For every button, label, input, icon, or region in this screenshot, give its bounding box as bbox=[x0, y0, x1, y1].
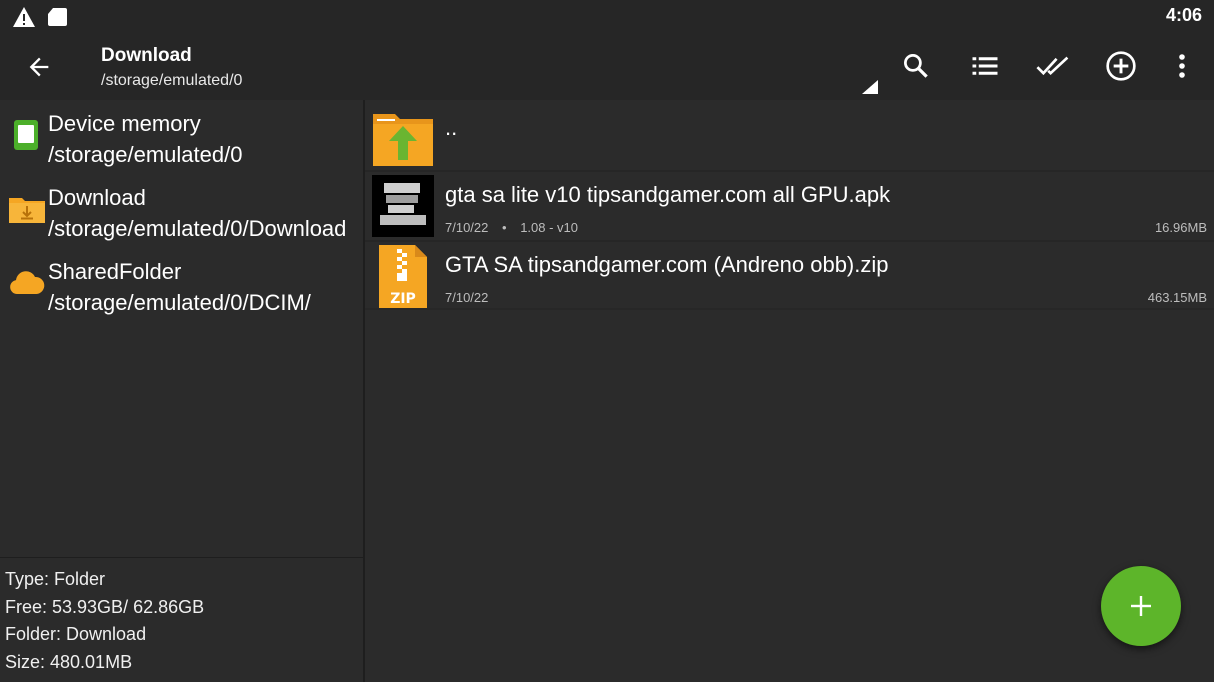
file-size: 16.96MB bbox=[1154, 220, 1207, 235]
search-icon bbox=[904, 54, 928, 78]
list-view-button[interactable] bbox=[967, 48, 1003, 84]
bookmark-title: SharedFolder bbox=[48, 259, 182, 284]
bookmark-title: Download bbox=[48, 185, 146, 210]
divider bbox=[0, 557, 363, 558]
arrow-back-icon bbox=[29, 57, 49, 77]
file-list-pane: .. gta sa lite v10 tipsandgamer.com all … bbox=[365, 100, 1214, 682]
file-name: gta sa lite v10 tipsandgamer.com all GPU… bbox=[445, 182, 891, 207]
search-button[interactable] bbox=[898, 48, 934, 84]
info-type: Type: Folder bbox=[5, 569, 106, 589]
toolbar: Download /storage/emulated/0 bbox=[0, 32, 1214, 100]
folder-info-panel: Type: Folder Free: 53.93GB/ 62.86GB Fold… bbox=[5, 566, 204, 676]
cloud-icon bbox=[8, 264, 45, 300]
row-divider bbox=[365, 308, 1214, 310]
sd-card-icon bbox=[46, 6, 68, 33]
folder-up-icon bbox=[371, 108, 435, 172]
download-folder-icon bbox=[8, 190, 45, 226]
apk-thumbnail-icon bbox=[372, 175, 434, 237]
bookmark-download[interactable]: Download /storage/emulated/0/Download bbox=[0, 174, 363, 248]
file-row-zip[interactable]: ZIP GTA SA tipsandgamer.com (Andreno obb… bbox=[365, 242, 1214, 309]
file-meta: 7/10/22 • 1.08 - v10 bbox=[445, 220, 578, 235]
status-bar: 4:06 bbox=[0, 0, 1214, 32]
zip-label: ZIP bbox=[390, 291, 416, 307]
add-fab-button[interactable] bbox=[1101, 566, 1181, 646]
add-button[interactable] bbox=[1103, 48, 1139, 84]
file-row-parent[interactable]: .. bbox=[365, 102, 1214, 168]
file-version: 1.08 - v10 bbox=[520, 220, 579, 235]
bookmark-device-memory[interactable]: Device memory /storage/emulated/0 bbox=[0, 100, 363, 174]
clock: 4:06 bbox=[1165, 5, 1202, 25]
more-options-button[interactable] bbox=[1164, 48, 1200, 84]
bookmark-title: Device memory bbox=[48, 111, 201, 136]
back-button[interactable] bbox=[20, 48, 58, 86]
file-size: 463.15MB bbox=[1147, 290, 1207, 305]
info-folder: Folder: Download bbox=[5, 624, 147, 644]
bookmarks-pane: Device memory /storage/emulated/0 Downlo… bbox=[0, 100, 363, 682]
zip-file-icon: ZIP bbox=[379, 245, 427, 309]
select-all-icon bbox=[1036, 56, 1069, 76]
select-all-button[interactable] bbox=[1035, 48, 1071, 84]
info-size: Size: 480.01MB bbox=[5, 651, 133, 672]
file-name: GTA SA tipsandgamer.com (Andreno obb).zi… bbox=[445, 252, 889, 277]
dropdown-indicator-icon[interactable] bbox=[862, 80, 878, 94]
phone-storage-icon bbox=[8, 116, 44, 152]
page-subtitle: /storage/emulated/0 bbox=[101, 72, 243, 89]
bookmark-path: /storage/emulated/0 bbox=[48, 142, 243, 167]
warning-icon bbox=[12, 6, 36, 33]
bookmark-shared-folder[interactable]: SharedFolder /storage/emulated/0/DCIM/ bbox=[0, 248, 363, 322]
bookmark-path: /storage/emulated/0/DCIM/ bbox=[48, 290, 311, 315]
plus-icon bbox=[1131, 596, 1151, 616]
list-view-icon bbox=[972, 57, 998, 75]
page-title: Download bbox=[101, 45, 192, 66]
bookmark-path: /storage/emulated/0/Download bbox=[48, 216, 347, 241]
add-circle-icon bbox=[1106, 51, 1136, 81]
file-date: 7/10/22 bbox=[445, 220, 489, 235]
file-row-apk[interactable]: gta sa lite v10 tipsandgamer.com all GPU… bbox=[365, 172, 1214, 238]
meta-bullet: • bbox=[502, 220, 507, 235]
title-block[interactable]: Download /storage/emulated/0 bbox=[101, 44, 242, 92]
file-name: .. bbox=[445, 115, 458, 140]
more-vert-icon bbox=[1179, 54, 1185, 78]
file-date: 7/10/22 bbox=[445, 290, 489, 305]
info-free-space: Free: 53.93GB/ 62.86GB bbox=[5, 596, 205, 617]
